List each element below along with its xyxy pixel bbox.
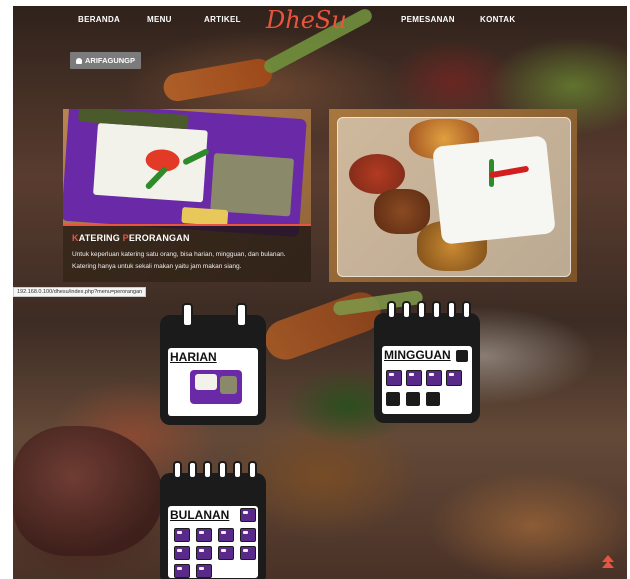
calendar-ring bbox=[203, 461, 212, 479]
calendar-day-meal bbox=[218, 546, 234, 560]
user-account-button[interactable]: ARIFAGUNGP bbox=[70, 52, 142, 69]
calendar-day bbox=[386, 392, 400, 406]
calendar-day-meal bbox=[174, 546, 190, 560]
nav-beranda[interactable]: BERANDA bbox=[78, 15, 120, 24]
card-caption: KATERING PERORANGAN Untuk keperluan kate… bbox=[63, 224, 311, 282]
calendar-mingguan-button[interactable]: MINGGUAN bbox=[374, 301, 480, 423]
tray-side bbox=[220, 376, 237, 394]
food-item bbox=[349, 154, 405, 194]
calendar-day-meal bbox=[196, 528, 212, 542]
calendar-bulanan-button[interactable]: BULANAN bbox=[160, 461, 266, 579]
calendar-day-meal bbox=[218, 528, 234, 542]
calendar-ring bbox=[173, 461, 182, 479]
calendar-day-meal bbox=[240, 546, 256, 560]
tray-rice bbox=[195, 374, 217, 390]
scroll-top-icon[interactable] bbox=[602, 561, 614, 568]
calendar-day-meal bbox=[196, 546, 212, 560]
calendar-day-meal bbox=[426, 370, 442, 386]
calendar-ring bbox=[432, 301, 441, 319]
food-item bbox=[374, 189, 430, 234]
calendar-ring bbox=[188, 461, 197, 479]
food-image-tray bbox=[63, 109, 307, 238]
calendar-page: HARIAN bbox=[168, 348, 258, 416]
nav-kontak[interactable]: KONTAK bbox=[480, 15, 515, 24]
calendar-day-meal bbox=[174, 528, 190, 542]
status-bar-url: 192.168.0.100/dhesu/index.php?menu=peror… bbox=[13, 287, 147, 297]
calendar-day bbox=[406, 392, 420, 406]
calendar-day-meal bbox=[446, 370, 462, 386]
calendar-day-meal bbox=[174, 564, 190, 578]
calendar-ring bbox=[447, 301, 456, 319]
calendar-label: BULANAN bbox=[170, 508, 230, 522]
nav-menu[interactable]: MENU bbox=[147, 15, 172, 24]
calendar-page: BULANAN bbox=[168, 506, 258, 578]
calendar-ring bbox=[233, 461, 242, 479]
title-text: ERORANGAN bbox=[128, 233, 190, 243]
site-logo[interactable]: DheSu bbox=[266, 6, 347, 34]
card-title: KATERING PERORANGAN bbox=[72, 233, 190, 243]
page-frame: BERANDA MENU ARTIKEL DheSu PEMESANAN KON… bbox=[13, 6, 627, 579]
calendar-ring bbox=[387, 301, 396, 319]
title-accent: K bbox=[72, 233, 79, 243]
calendar-day-meal bbox=[386, 370, 402, 386]
calendar-label: MINGGUAN bbox=[384, 348, 451, 362]
katering-perorangan-card[interactable]: KATERING PERORANGAN Untuk keperluan kate… bbox=[63, 109, 311, 282]
title-text: ATERING bbox=[78, 233, 123, 243]
calendar-harian-button[interactable]: HARIAN bbox=[160, 303, 266, 425]
logo-text-first: Dhe bbox=[266, 6, 315, 34]
card-description: Untuk keperluan katering satu orang, bis… bbox=[72, 251, 286, 270]
calendar-label: HARIAN bbox=[170, 350, 217, 364]
calendar-ring bbox=[417, 301, 426, 319]
logo-text-last: Su bbox=[314, 6, 347, 34]
calendar-ring bbox=[218, 461, 227, 479]
calendar-page: MINGGUAN bbox=[382, 346, 472, 414]
calendar-ring bbox=[248, 461, 257, 479]
calendar-day bbox=[426, 392, 440, 406]
calendar-day-meal bbox=[240, 508, 256, 522]
calendar-ring bbox=[402, 301, 411, 319]
nav-pemesanan[interactable]: PEMESANAN bbox=[401, 15, 455, 24]
calendar-day-meal bbox=[240, 528, 256, 542]
rice-block bbox=[432, 135, 556, 245]
calendar-ring bbox=[236, 303, 247, 327]
food-box-card[interactable] bbox=[329, 109, 577, 282]
top-navbar: BERANDA MENU ARTIKEL DheSu PEMESANAN KON… bbox=[13, 6, 627, 36]
calendar-day-meal bbox=[406, 370, 422, 386]
nav-artikel[interactable]: ARTIKEL bbox=[204, 15, 241, 24]
calendar-ring bbox=[462, 301, 471, 319]
user-icon bbox=[76, 58, 82, 64]
calendar-day bbox=[456, 350, 468, 362]
user-name: ARIFAGUNGP bbox=[85, 56, 136, 65]
calendar-ring bbox=[182, 303, 193, 327]
tray-side bbox=[210, 153, 295, 217]
calendar-day-meal bbox=[196, 564, 212, 578]
